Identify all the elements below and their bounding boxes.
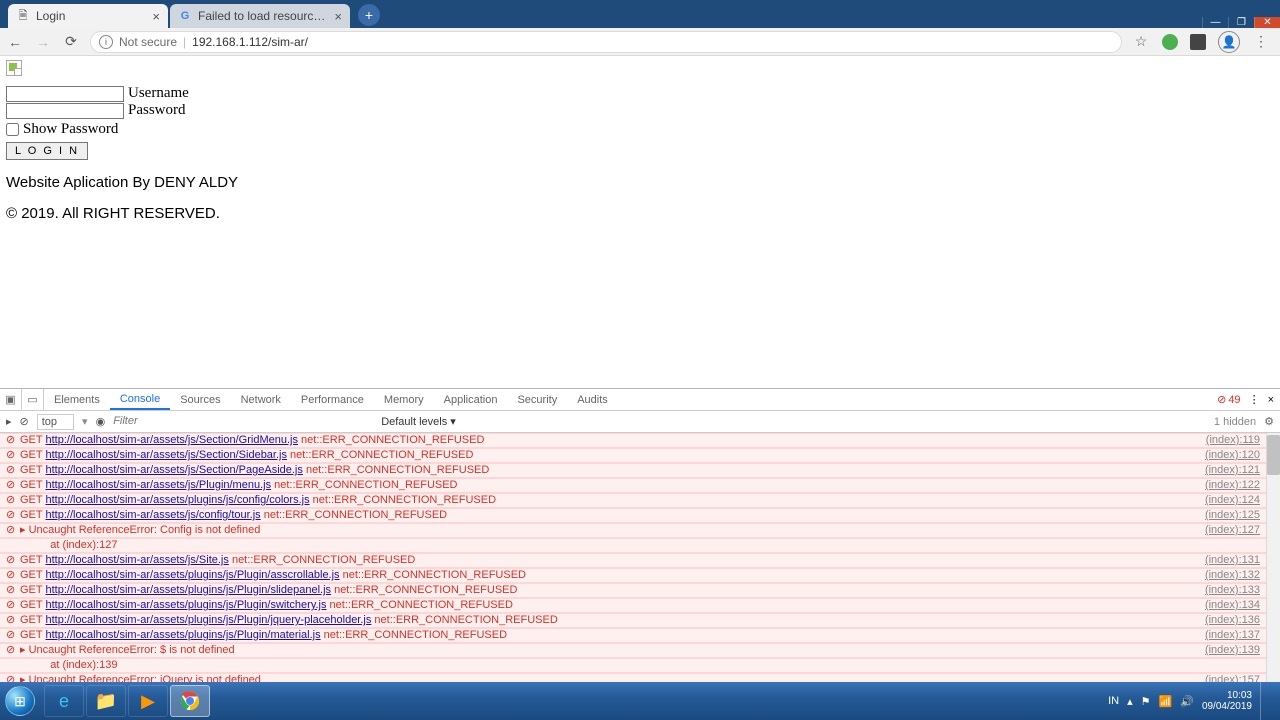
show-password-label: Show Password bbox=[23, 121, 118, 138]
console-log-row[interactable]: ⊘GET http://localhost/sim-ar/assets/js/S… bbox=[0, 433, 1266, 448]
devtools-tab-security[interactable]: Security bbox=[507, 389, 567, 410]
extension-icon[interactable] bbox=[1162, 34, 1178, 50]
filter-input[interactable] bbox=[113, 415, 373, 428]
console-log-row[interactable]: ⊘GET http://localhost/sim-ar/assets/plug… bbox=[0, 613, 1266, 628]
devtools-panel: ▣ ▭ ElementsConsoleSourcesNetworkPerform… bbox=[0, 388, 1280, 682]
username-label: Username bbox=[128, 85, 189, 102]
password-input[interactable] bbox=[6, 103, 124, 119]
tray-up-icon[interactable]: ▴ bbox=[1127, 695, 1133, 708]
console-log-row[interactable]: ⊘GET http://localhost/sim-ar/assets/js/c… bbox=[0, 508, 1266, 523]
browser-tabstrip: 🗎 Login × G Failed to load resource: net… bbox=[0, 0, 1280, 28]
device-icon[interactable]: ▭ bbox=[22, 389, 44, 410]
copyright-text: © 2019. All RIGHT RESERVED. bbox=[6, 205, 1274, 222]
close-icon[interactable]: × bbox=[1268, 394, 1274, 406]
devtools-tab-audits[interactable]: Audits bbox=[567, 389, 618, 410]
back-button[interactable]: ← bbox=[6, 33, 24, 51]
browser-tab-active[interactable]: 🗎 Login × bbox=[8, 4, 168, 28]
reload-button[interactable]: ⟳ bbox=[62, 33, 80, 51]
console-log-row[interactable]: ⊘GET http://localhost/sim-ar/assets/js/S… bbox=[0, 463, 1266, 478]
console-log-row[interactable]: ⊘▸ Uncaught ReferenceError: $ is not def… bbox=[0, 643, 1266, 658]
info-icon[interactable]: i bbox=[99, 35, 113, 49]
console-log-row[interactable]: at (index):127 bbox=[0, 538, 1266, 553]
close-icon[interactable]: × bbox=[334, 9, 342, 24]
show-password-checkbox[interactable] bbox=[6, 123, 19, 136]
volume-icon[interactable]: 🔊 bbox=[1180, 695, 1194, 708]
console-log-row[interactable]: ⊘GET http://localhost/sim-ar/assets/plug… bbox=[0, 493, 1266, 508]
menu-icon[interactable]: ⋮ bbox=[1252, 33, 1270, 51]
tab-title: Failed to load resource: net::ERR_ bbox=[198, 9, 330, 23]
log-levels-select[interactable]: Default levels ▾ bbox=[381, 415, 456, 428]
taskbar-ie-icon[interactable]: e bbox=[44, 685, 84, 717]
console-log-row[interactable]: ⊘GET http://localhost/sim-ar/assets/plug… bbox=[0, 598, 1266, 613]
security-status: Not secure bbox=[119, 35, 177, 49]
clock[interactable]: 10:03 09/04/2019 bbox=[1202, 690, 1252, 712]
console-log-area[interactable]: ⊘GET http://localhost/sim-ar/assets/js/S… bbox=[0, 433, 1266, 682]
devtools-tab-performance[interactable]: Performance bbox=[291, 389, 374, 410]
console-log-row[interactable]: ⊘GET http://localhost/sim-ar/assets/plug… bbox=[0, 628, 1266, 643]
credit-text: Website Aplication By DENY ALDY bbox=[6, 174, 1274, 191]
context-select[interactable]: top bbox=[37, 414, 74, 430]
toggle-sidebar-icon[interactable]: ▸ bbox=[6, 415, 12, 428]
devtools-tab-sources[interactable]: Sources bbox=[170, 389, 230, 410]
maximize-button[interactable]: ❐ bbox=[1228, 17, 1254, 28]
broken-image-icon bbox=[6, 60, 22, 76]
bookmark-icon[interactable]: ☆ bbox=[1132, 33, 1150, 51]
login-button[interactable]: L O G I N bbox=[6, 142, 88, 160]
url-text: 192.168.1.112/sim-ar/ bbox=[192, 35, 308, 49]
console-log-row[interactable]: ⊘GET http://localhost/sim-ar/assets/js/P… bbox=[0, 478, 1266, 493]
devtools-tabs: ▣ ▭ ElementsConsoleSourcesNetworkPerform… bbox=[0, 389, 1280, 411]
system-tray[interactable]: IN ▴ ⚑ 📶 🔊 10:03 09/04/2019 bbox=[1108, 682, 1280, 720]
browser-tab[interactable]: G Failed to load resource: net::ERR_ × bbox=[170, 4, 350, 28]
extension-icon[interactable] bbox=[1190, 34, 1206, 50]
gear-icon[interactable]: ⚙ bbox=[1264, 415, 1274, 428]
new-tab-button[interactable]: + bbox=[358, 4, 380, 26]
forward-button[interactable]: → bbox=[34, 33, 52, 51]
console-log-row[interactable]: ⊘▸ Uncaught ReferenceError: jQuery is no… bbox=[0, 673, 1266, 682]
taskbar-explorer-icon[interactable]: 📁 bbox=[86, 685, 126, 717]
devtools-tab-network[interactable]: Network bbox=[231, 389, 291, 410]
start-button[interactable]: ⊞ bbox=[0, 682, 40, 720]
show-desktop-button[interactable] bbox=[1260, 682, 1272, 720]
inspect-icon[interactable]: ▣ bbox=[0, 389, 22, 410]
console-log-row[interactable]: ⊘GET http://localhost/sim-ar/assets/plug… bbox=[0, 568, 1266, 583]
lang-indicator[interactable]: IN bbox=[1108, 695, 1119, 707]
taskbar-chrome-icon[interactable] bbox=[170, 685, 210, 717]
close-icon[interactable]: × bbox=[152, 9, 160, 24]
profile-avatar[interactable]: 👤 bbox=[1218, 31, 1240, 53]
file-icon: 🗎 bbox=[16, 9, 30, 23]
flag-icon[interactable]: ⚑ bbox=[1141, 695, 1151, 708]
console-log-row[interactable]: ⊘▸ Uncaught ReferenceError: Config is no… bbox=[0, 523, 1266, 538]
error-count-badge[interactable]: 49 bbox=[1217, 393, 1240, 406]
devtools-tab-console[interactable]: Console bbox=[110, 389, 170, 410]
console-log-row[interactable]: ⊘GET http://localhost/sim-ar/assets/js/S… bbox=[0, 553, 1266, 568]
console-log-row[interactable]: ⊘GET http://localhost/sim-ar/assets/js/S… bbox=[0, 448, 1266, 463]
tab-title: Login bbox=[36, 9, 148, 23]
network-icon[interactable]: 📶 bbox=[1159, 695, 1173, 708]
window-controls: — ❐ ✕ bbox=[1202, 17, 1280, 28]
password-label: Password bbox=[128, 102, 186, 119]
windows-taskbar: ⊞ e 📁 ▶ IN ▴ ⚑ 📶 🔊 10:03 09/04/2019 bbox=[0, 682, 1280, 720]
devtools-tab-memory[interactable]: Memory bbox=[374, 389, 434, 410]
menu-icon[interactable]: ⋮ bbox=[1249, 393, 1260, 406]
console-log-row[interactable]: ⊘GET http://localhost/sim-ar/assets/plug… bbox=[0, 583, 1266, 598]
page-content: Username Password Show Password L O G I … bbox=[0, 56, 1280, 388]
scrollbar[interactable] bbox=[1266, 433, 1280, 682]
hidden-count: 1 hidden bbox=[1214, 416, 1256, 428]
omnibox[interactable]: i Not secure | 192.168.1.112/sim-ar/ bbox=[90, 31, 1122, 53]
devtools-tab-application[interactable]: Application bbox=[434, 389, 508, 410]
address-bar: ← → ⟳ i Not secure | 192.168.1.112/sim-a… bbox=[0, 28, 1280, 56]
minimize-button[interactable]: — bbox=[1202, 17, 1228, 28]
console-log-row[interactable]: at (index):139 bbox=[0, 658, 1266, 673]
close-button[interactable]: ✕ bbox=[1254, 17, 1280, 28]
clear-console-icon[interactable]: ⊘ bbox=[20, 415, 29, 428]
eye-icon[interactable]: ◉ bbox=[96, 415, 106, 428]
taskbar-media-icon[interactable]: ▶ bbox=[128, 685, 168, 717]
google-icon: G bbox=[178, 9, 192, 23]
console-toolbar: ▸ ⊘ top ▾ ◉ Default levels ▾ 1 hidden ⚙ bbox=[0, 411, 1280, 433]
devtools-tab-elements[interactable]: Elements bbox=[44, 389, 110, 410]
username-input[interactable] bbox=[6, 86, 124, 102]
